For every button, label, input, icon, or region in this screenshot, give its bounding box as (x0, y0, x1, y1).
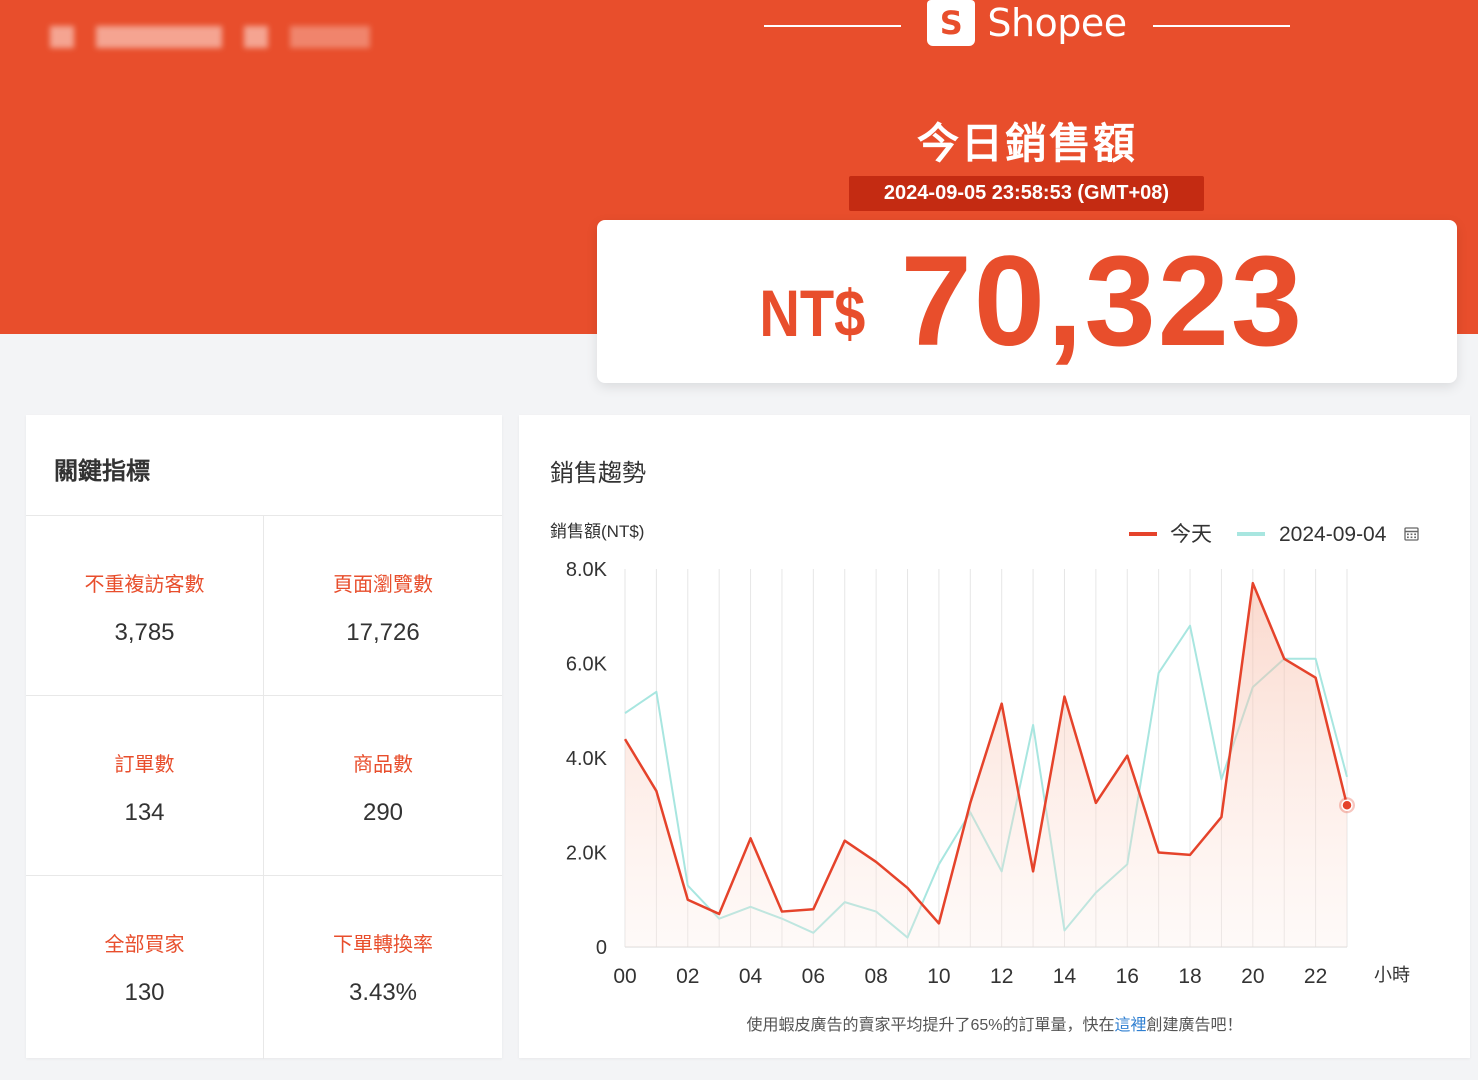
sales-trend-panel: 銷售趨勢 0 2.0K 4.0K 6.0K 8.0K 00 02 04 06 08 10 12 14 16… (519, 415, 1470, 1058)
calendar-dot (1410, 533, 1413, 536)
sales-total-card: NT$ 70,323 (597, 220, 1457, 383)
x-tick-label: 18 (1178, 965, 1201, 988)
metric-label: 全部買家 (104, 934, 185, 956)
metric-label: 訂單數 (114, 754, 175, 776)
metric-page-views[interactable]: 頁面瀏覽數 17,726 (264, 516, 502, 696)
sales-trend-chart: 02.0K4.0K6.0K8.0K00 02 04 06 08 10 12 14 16 18 20 2… (550, 522, 1419, 988)
x-tick-label: 06 (802, 965, 825, 988)
shopee-logo: S Shopee (901, 0, 1152, 46)
metric-label: 下單轉換率 (333, 934, 433, 956)
panel-title: 關鍵指標 (54, 458, 150, 485)
y-tick-label: 4.0K (566, 748, 608, 770)
metric-conversion-rate[interactable]: 下單轉換率 3.43% (264, 876, 502, 1059)
calendar-dot (1407, 536, 1409, 539)
metric-buyers[interactable]: 全部買家 130 (26, 876, 264, 1059)
calendar-dot (1407, 533, 1409, 536)
divider-right (1152, 25, 1290, 27)
divider-left (764, 25, 902, 27)
x-tick-label: 16 (1116, 965, 1139, 988)
promo-text-end: 創建廣告吧！ (1146, 1017, 1243, 1034)
y-tick-label: 8.0K (566, 559, 608, 581)
brand-header: S Shopee (764, 0, 1290, 52)
y-tick-label: 2.0K (566, 843, 608, 865)
y-axis-title: 銷售額(NT$) (550, 522, 644, 541)
x-tick-label: 22 (1304, 965, 1327, 988)
x-tick-label: 04 (739, 965, 763, 988)
brand-name: Shopee (987, 1, 1127, 45)
hero-title: 今日銷售額 (916, 119, 1137, 168)
metric-value: 3,785 (114, 619, 175, 646)
x-axis-title: 小時 (1374, 965, 1410, 985)
y-tick-label: 0 (596, 937, 607, 959)
create-ad-link[interactable]: 這裡 (1115, 1017, 1147, 1034)
x-tick-label: 08 (864, 965, 887, 988)
metrics-grid: 不重複訪客數 3,785 頁面瀏覽數 17,726 訂單數 134 商品數 29… (26, 515, 502, 1059)
metric-label: 不重複訪客數 (84, 574, 205, 596)
x-tick-label: 12 (990, 965, 1013, 988)
x-tick-label: 10 (927, 965, 950, 988)
last-point (1341, 799, 1353, 811)
legend-label-today: 今天 (1170, 523, 1212, 546)
x-tick-label: 00 (613, 965, 636, 988)
series-area (625, 583, 1347, 947)
timestamp-badge: 2024-09-05 23:58:53 (GMT+08) (849, 176, 1204, 211)
x-tick-label: 20 (1241, 965, 1264, 988)
metric-orders[interactable]: 訂單數 134 (26, 696, 264, 876)
metric-label: 商品數 (353, 754, 413, 776)
sales-amount: 70,323 (900, 229, 1305, 373)
metric-label: 頁面瀏覽數 (333, 574, 433, 596)
ad-promo-note: 使用蝦皮廣告的賣家平均提升了65%的訂單量，快在這裡創建廣告吧！ (519, 1011, 1470, 1035)
calendar-dot (1414, 533, 1416, 536)
currency-label: NT$ (759, 275, 866, 350)
x-tick-label: 02 (676, 965, 699, 988)
metric-value: 3.43% (348, 979, 418, 1006)
metric-value: 134 (124, 799, 165, 826)
shop-name-blurred (50, 26, 370, 48)
legend-label-compare: 2024-09-04 (1279, 523, 1387, 546)
metric-value: 17,726 (346, 619, 420, 646)
shopping-bag-icon: S (927, 0, 976, 46)
metric-unique-visitors[interactable]: 不重複訪客數 3,785 (26, 516, 264, 696)
x-tick-label: 14 (1053, 965, 1077, 988)
metric-value: 290 (362, 799, 404, 826)
calendar-dot (1414, 536, 1416, 539)
calendar-icon (1404, 527, 1419, 541)
calendar-dot (1410, 536, 1413, 539)
y-tick-label: 6.0K (566, 654, 608, 676)
metric-value: 130 (124, 979, 165, 1006)
metric-products[interactable]: 商品數 290 (264, 696, 502, 876)
promo-text: 使用蝦皮廣告的賣家平均提升了65%的訂單量，快在 (746, 1017, 1115, 1034)
key-metrics-panel: 關鍵指標 不重複訪客數 3,785 頁面瀏覽數 17,726 訂單數 134 商… (26, 415, 502, 1059)
